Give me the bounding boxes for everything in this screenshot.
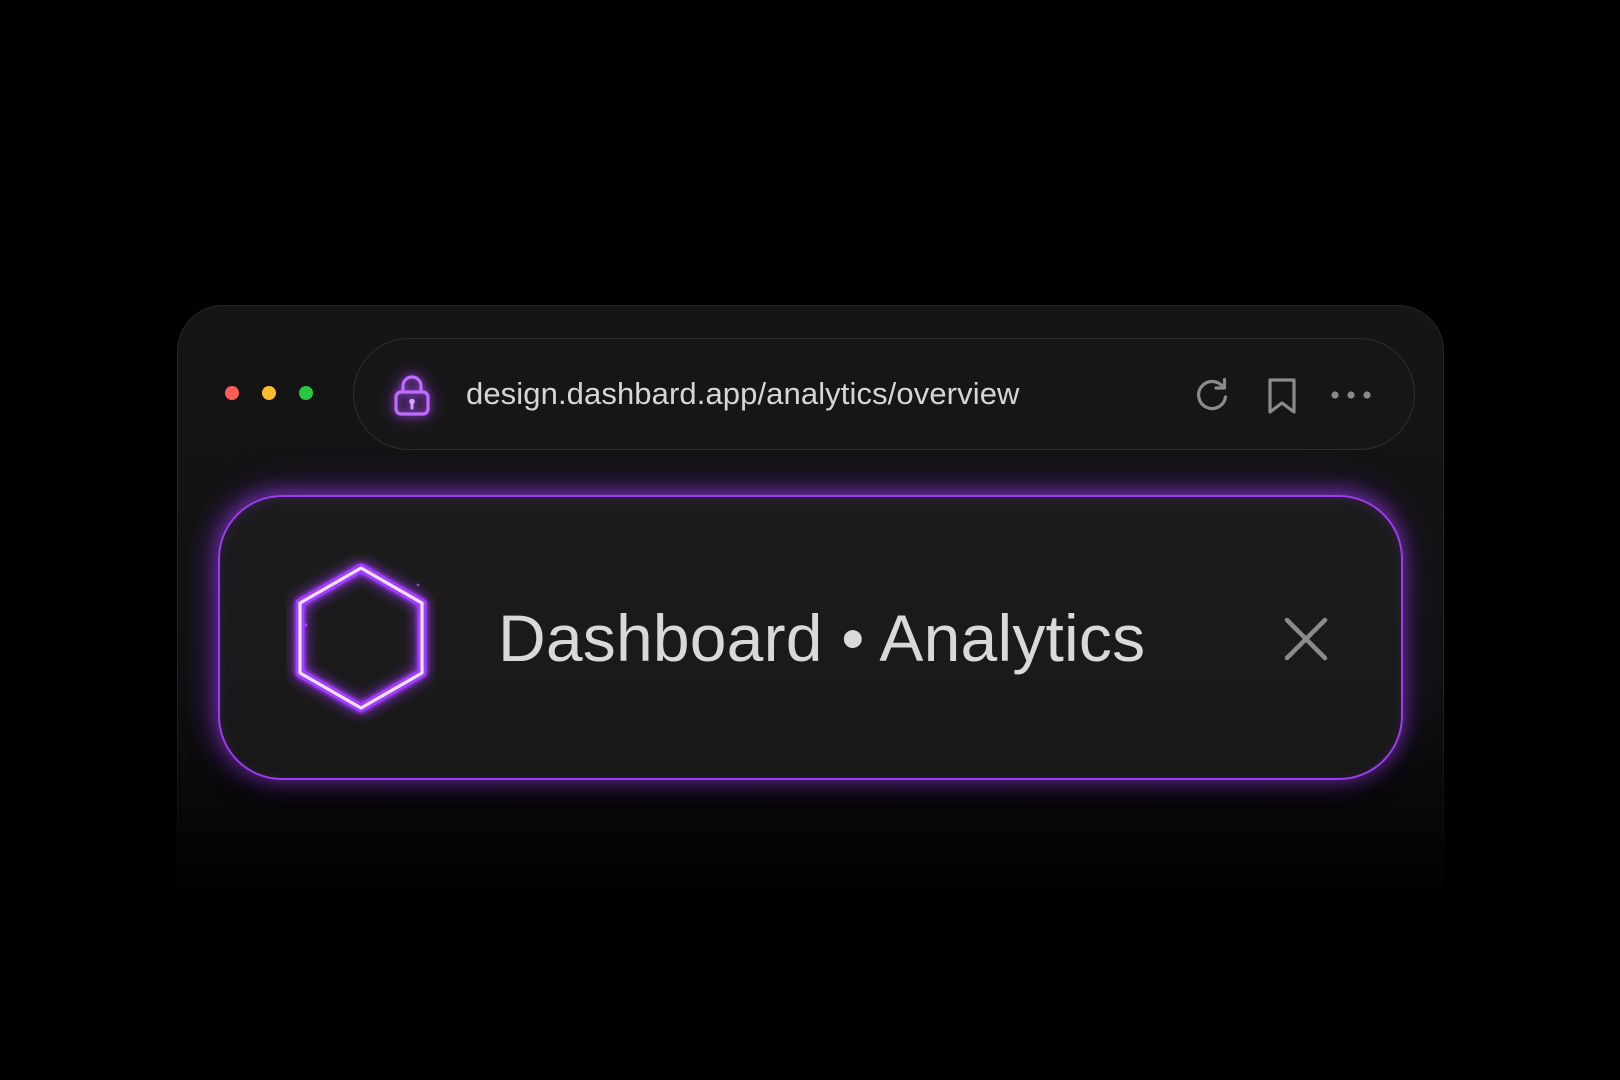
close-window-button[interactable] [225,386,239,400]
stage: design.dashbard.app/analytics/overview D… [0,0,1620,1080]
bookmark-icon[interactable] [1265,376,1299,416]
traffic-lights [225,386,313,400]
close-icon[interactable] [1283,616,1329,662]
lock-icon[interactable] [392,373,432,417]
url-text[interactable]: design.dashbard.app/analytics/overview [466,376,1020,412]
more-icon[interactable] [1329,385,1373,405]
tab-title: Dashboard • Analytics [498,600,1146,675]
minimize-window-button[interactable] [262,386,276,400]
reload-icon[interactable] [1192,375,1232,415]
maximize-window-button[interactable] [299,386,313,400]
browser-window: design.dashbard.app/analytics/overview D… [177,305,1444,905]
hexagon-icon [295,563,428,713]
tab-card[interactable]: Dashboard • Analytics [217,494,1404,781]
address-bar[interactable]: design.dashbard.app/analytics/overview [353,338,1415,450]
